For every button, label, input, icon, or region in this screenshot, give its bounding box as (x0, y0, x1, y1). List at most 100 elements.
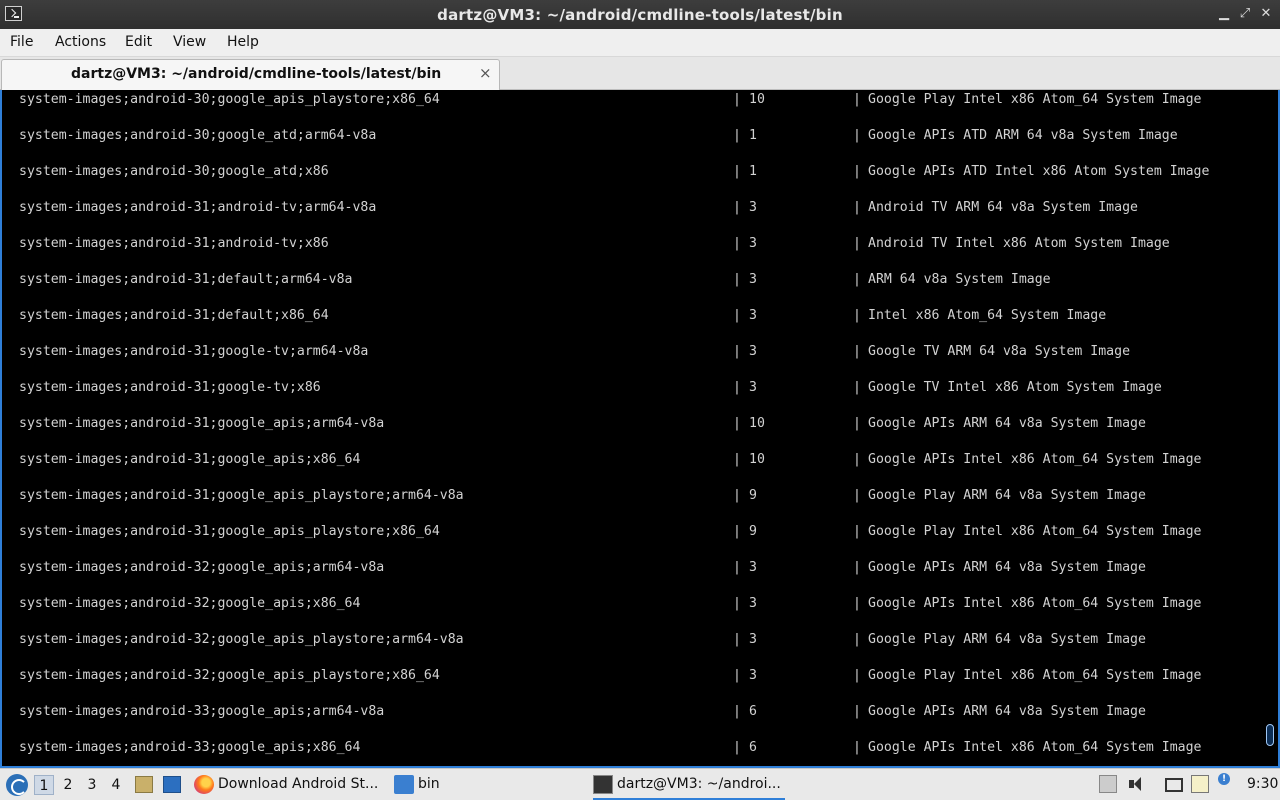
package-version: 3 (749, 308, 757, 323)
package-version: 1 (749, 128, 757, 143)
scrollbar-thumb[interactable] (1266, 724, 1274, 746)
column-separator: | (733, 632, 741, 647)
package-version: 3 (749, 596, 757, 611)
package-path: system-images;android-32;google_apis;x86… (19, 596, 361, 611)
package-description: Google Play ARM 64 v8a System Image (868, 632, 1146, 647)
terminal-icon (593, 775, 613, 794)
column-separator: | (853, 524, 861, 539)
workspace-2[interactable]: 2 (58, 775, 78, 795)
package-path: system-images;android-31;google-tv;arm64… (19, 344, 369, 359)
menu-edit[interactable]: Edit (125, 34, 152, 50)
menu-bar: File Actions Edit View Help (0, 29, 1280, 57)
package-version: 6 (749, 704, 757, 719)
column-separator: | (853, 740, 861, 755)
package-path: system-images;android-30;google_atd;x86 (19, 164, 329, 179)
column-separator: | (733, 704, 741, 719)
terminal-line: system-images;android-31;google_apis;x86… (2, 452, 1262, 488)
package-description: ARM 64 v8a System Image (868, 272, 1051, 287)
removable-disk-icon[interactable] (1099, 775, 1117, 793)
task-terminal[interactable]: dartz@VM3: ~/androi... (593, 772, 785, 800)
package-path: system-images;android-31;default;arm64-v… (19, 272, 353, 287)
task-firefox[interactable]: Download Android St... (194, 772, 384, 798)
column-separator: | (853, 308, 861, 323)
package-version: 10 (749, 92, 765, 107)
notification-icon[interactable]: ! (1218, 773, 1230, 785)
column-separator: | (853, 92, 861, 107)
package-path: system-images;android-31;default;x86_64 (19, 308, 329, 323)
package-version: 3 (749, 380, 757, 395)
package-description: Google Play Intel x86 Atom_64 System Ima… (868, 524, 1202, 539)
package-version: 3 (749, 272, 757, 287)
tab-label: dartz@VM3: ~/android/cmdline-tools/lates… (71, 66, 442, 82)
package-version: 9 (749, 524, 757, 539)
column-separator: | (853, 128, 861, 143)
column-separator: | (853, 416, 861, 431)
file-manager-icon[interactable] (135, 776, 153, 793)
close-icon[interactable]: ✕ (1259, 6, 1273, 22)
package-description: Google APIs ARM 64 v8a System Image (868, 560, 1146, 575)
column-separator: | (733, 344, 741, 359)
column-separator: | (853, 632, 861, 647)
volume-icon[interactable] (1127, 775, 1145, 793)
task-label: dartz@VM3: ~/androi... (617, 776, 781, 792)
package-description: Google APIs ATD ARM 64 v8a System Image (868, 128, 1178, 143)
column-separator: | (733, 164, 741, 179)
window-title: dartz@VM3: ~/android/cmdline-tools/lates… (437, 6, 843, 24)
column-separator: | (853, 596, 861, 611)
terminal-line: system-images;android-31;default;arm64-v… (2, 272, 1262, 308)
column-separator: | (733, 200, 741, 215)
terminal-line: system-images;android-30;google_apis_pla… (2, 92, 1262, 128)
workspace-4[interactable]: 4 (106, 775, 126, 795)
package-version: 3 (749, 668, 757, 683)
display-icon[interactable] (1165, 778, 1183, 792)
show-desktop-icon[interactable] (163, 776, 181, 793)
package-path: system-images;android-31;google_apis_pla… (19, 524, 440, 539)
task-file-manager[interactable]: bin (394, 772, 484, 798)
column-separator: | (733, 380, 741, 395)
terminal-line: system-images;android-31;google_apis_pla… (2, 488, 1262, 524)
minimize-icon[interactable]: ▁ (1217, 6, 1231, 22)
workspace-3[interactable]: 3 (82, 775, 102, 795)
column-separator: | (853, 164, 861, 179)
menu-help[interactable]: Help (227, 34, 259, 50)
column-separator: | (853, 452, 861, 467)
menu-view[interactable]: View (173, 34, 206, 50)
start-menu-icon[interactable] (6, 774, 28, 796)
package-path: system-images;android-31;google-tv;x86 (19, 380, 321, 395)
package-description: Google APIs Intel x86 Atom_64 System Ima… (868, 452, 1202, 467)
column-separator: | (733, 92, 741, 107)
tab-terminal[interactable]: dartz@VM3: ~/android/cmdline-tools/lates… (1, 59, 500, 90)
package-description: Google APIs Intel x86 Atom_64 System Ima… (868, 740, 1202, 755)
menu-file[interactable]: File (10, 34, 33, 50)
menu-actions[interactable]: Actions (55, 34, 106, 50)
package-version: 9 (749, 488, 757, 503)
maximize-icon[interactable]: ⤢ (1238, 6, 1252, 22)
package-path: system-images;android-30;google_atd;arm6… (19, 128, 377, 143)
package-version: 3 (749, 236, 757, 251)
package-version: 6 (749, 740, 757, 755)
column-separator: | (853, 272, 861, 287)
clock[interactable]: 9:30 (1247, 776, 1278, 792)
clipboard-icon[interactable] (1191, 775, 1209, 793)
package-path: system-images;android-32;google_apis;arm… (19, 560, 385, 575)
package-description: Google Play Intel x86 Atom_64 System Ima… (868, 92, 1202, 107)
column-separator: | (733, 452, 741, 467)
terminal-line: system-images;android-33;google_apis;x86… (2, 740, 1262, 766)
package-version: 3 (749, 560, 757, 575)
terminal-line: system-images;android-33;google_apis;arm… (2, 704, 1262, 740)
package-path: system-images;android-31;android-tv;x86 (19, 236, 329, 251)
task-label: Download Android St... (218, 776, 379, 792)
tab-close-icon[interactable]: × (479, 64, 492, 82)
scrollbar[interactable] (1264, 90, 1276, 766)
terminal-output[interactable]: system-images;android-33;google_apis;x86… (0, 90, 1280, 768)
package-version: 1 (749, 164, 757, 179)
workspace-1[interactable]: 1 (34, 775, 54, 795)
terminal-line: system-images;android-30;google_atd;arm6… (2, 128, 1262, 164)
package-description: Android TV ARM 64 v8a System Image (868, 200, 1138, 215)
package-path: system-images;android-31;google_apis_pla… (19, 488, 464, 503)
column-separator: | (853, 488, 861, 503)
package-path: system-images;android-32;google_apis_pla… (19, 668, 440, 683)
window-titlebar: dartz@VM3: ~/android/cmdline-tools/lates… (0, 0, 1280, 29)
column-separator: | (853, 668, 861, 683)
column-separator: | (733, 308, 741, 323)
